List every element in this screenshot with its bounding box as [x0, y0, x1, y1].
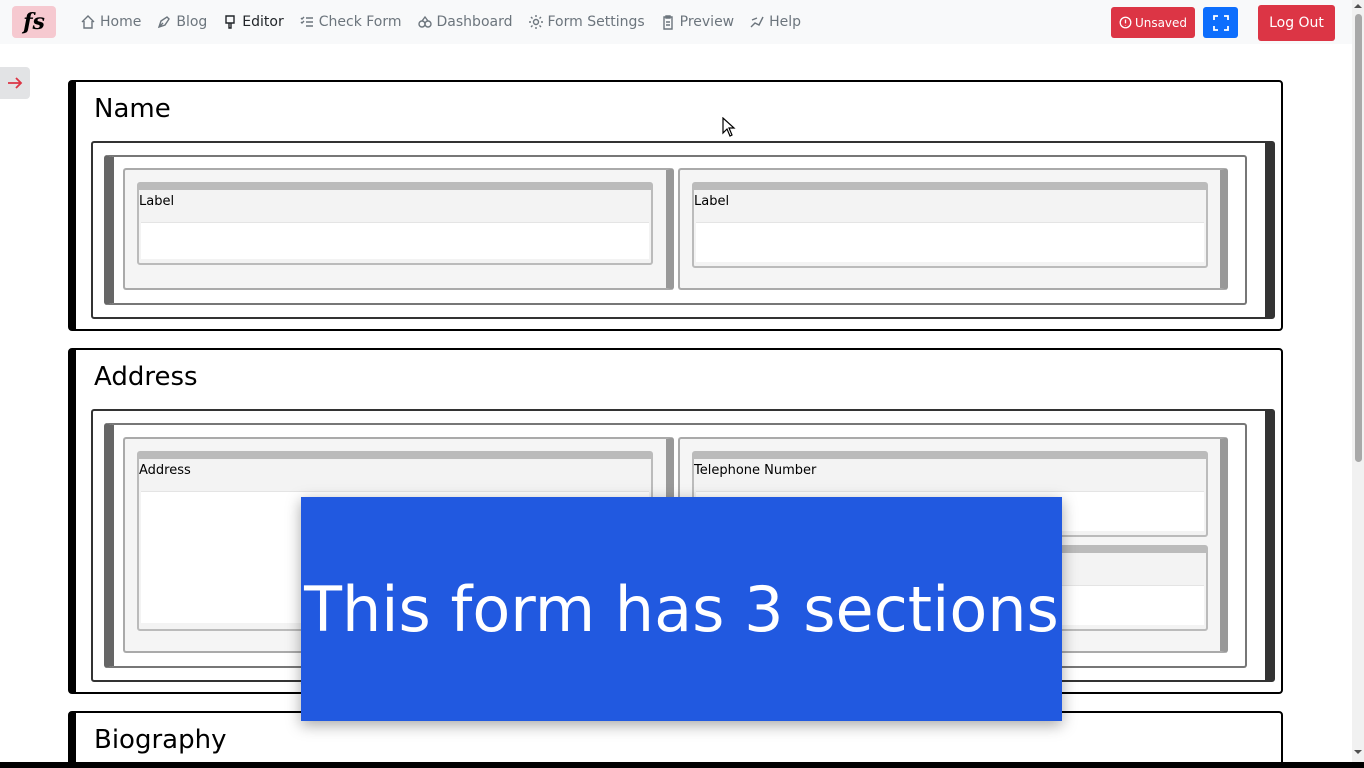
section-title: Name: [94, 94, 171, 124]
brand-logo[interactable]: fs: [12, 6, 56, 38]
field-label: Label: [139, 194, 175, 209]
checklist-icon: [300, 16, 313, 27]
blog-icon: [158, 16, 171, 29]
alert-circle-icon: [1119, 16, 1132, 29]
fullscreen-icon: [1212, 14, 1229, 31]
gear-icon: [528, 15, 543, 29]
field-input[interactable]: [696, 222, 1204, 262]
fullscreen-button[interactable]: [1203, 7, 1238, 38]
nav-dashboard-label: Dashboard: [436, 14, 513, 30]
field-label: Address: [139, 463, 191, 478]
nav-check-form[interactable]: Check Form: [299, 14, 402, 30]
nav-dashboard[interactable]: Dashboard: [417, 14, 513, 30]
info-overlay: This form has 3 sections: [301, 497, 1062, 721]
editor-icon: [225, 15, 235, 29]
overlay-text: This form has 3 sections: [304, 572, 1059, 646]
top-navbar: fs Home Blog Editor Check Form Dashboard: [0, 0, 1352, 44]
nav-check-form-label: Check Form: [318, 14, 402, 30]
help-icon: [750, 16, 764, 28]
nav-blog[interactable]: Blog: [156, 14, 207, 30]
section-title: Biography: [94, 725, 227, 755]
nav-help-label: Help: [769, 14, 802, 30]
form-editor-page: fs Home Blog Editor Check Form Dashboard: [0, 0, 1364, 768]
nav-editor[interactable]: Editor: [222, 14, 284, 30]
unsaved-button[interactable]: Unsaved: [1111, 7, 1195, 38]
unsaved-label: Unsaved: [1134, 15, 1188, 30]
nav-help[interactable]: Help: [749, 14, 801, 30]
scroll-down-icon[interactable]: [1354, 748, 1362, 756]
nav-form-settings-label: Form Settings: [547, 14, 645, 30]
arrow-right-icon: [8, 77, 23, 89]
column-left[interactable]: Label: [123, 168, 674, 290]
field-label: Telephone Number: [694, 463, 817, 478]
section-name[interactable]: Name Label Label: [68, 80, 1283, 331]
row-container[interactable]: Label Label: [91, 141, 1275, 319]
form-field[interactable]: Label: [137, 182, 653, 265]
nav-home[interactable]: Home: [80, 14, 141, 30]
column-right[interactable]: Label: [678, 168, 1228, 290]
field-label: Label: [694, 194, 730, 209]
mouse-cursor-icon: [722, 117, 736, 137]
scroll-thumb[interactable]: [1355, 14, 1362, 462]
nav-blog-label: Blog: [176, 14, 208, 30]
nav-preview-label: Preview: [679, 14, 735, 30]
vertical-scrollbar[interactable]: [1352, 0, 1364, 768]
clipboard-icon: [662, 15, 673, 30]
row-inner[interactable]: Label Label: [104, 155, 1247, 305]
bottom-edge: [0, 762, 1364, 768]
form-field[interactable]: Label: [692, 182, 1208, 268]
nav-preview[interactable]: Preview: [660, 14, 735, 30]
sidebar-toggle-button[interactable]: [0, 67, 30, 99]
section-title: Address: [94, 362, 198, 392]
nav-links: Home Blog Editor Check Form Dashboard Fo…: [80, 0, 816, 44]
nav-home-label: Home: [100, 14, 142, 30]
logout-button[interactable]: Log Out: [1258, 5, 1335, 41]
dashboard-icon: [417, 15, 432, 28]
field-input[interactable]: [141, 222, 649, 259]
home-icon: [81, 15, 95, 29]
nav-form-settings[interactable]: Form Settings: [528, 14, 645, 30]
nav-editor-label: Editor: [242, 14, 284, 30]
scroll-up-icon[interactable]: [1354, 2, 1362, 10]
